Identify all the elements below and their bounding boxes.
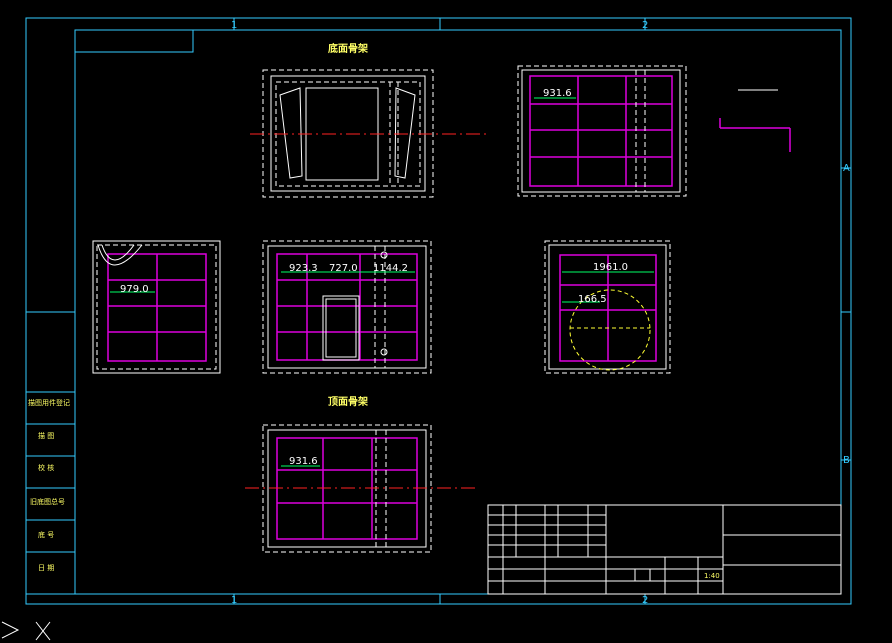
side-block-label-3: 校 核 (38, 463, 54, 472)
view-front[interactable] (262, 240, 432, 374)
side-block-label-5: 底 号 (38, 530, 54, 539)
view-top-right[interactable] (517, 65, 687, 197)
dim-front-a: 923.3 (289, 263, 318, 274)
side-block-label-4: 旧底图总号 (30, 497, 65, 506)
view-title-bottom-frame: 底面骨架 (328, 42, 368, 55)
view-top-frame[interactable] (245, 424, 475, 553)
grid-label-col2-bottom: 2 (642, 595, 648, 606)
dim-top-frame: 931.6 (289, 456, 318, 467)
grid-label-row-a: A (843, 163, 850, 174)
grid-label-col1-bottom: 1 (231, 595, 237, 606)
view-bottom-frame[interactable] (250, 69, 490, 198)
sheet-border (25, 17, 852, 605)
dim-front-b: 727.0 (329, 263, 358, 274)
side-block-label-6: 日 期 (38, 564, 54, 572)
dim-right-width: 1961.0 (593, 262, 628, 273)
grid-label-col2-top: 2 (642, 20, 648, 31)
scale-value: 1:40 (704, 572, 720, 580)
dim-right-small: 166.5 (578, 294, 607, 305)
side-block-label-1: 描图用件登记 (28, 398, 70, 407)
grid-label-row-b: B (843, 455, 850, 466)
dim-top-right: 931.6 (543, 88, 572, 99)
dim-front-c: 1144.2 (373, 263, 408, 274)
dim-left: 979.0 (120, 284, 149, 295)
grid-label-col1-top: 1 (231, 20, 237, 31)
view-right[interactable] (544, 240, 671, 374)
view-left[interactable] (92, 240, 221, 374)
side-block-label-2: 描 图 (38, 431, 54, 440)
title-block (487, 504, 842, 595)
detail-symbol (719, 89, 791, 152)
view-title-top-frame: 顶面骨架 (328, 395, 368, 408)
ucs-icon (1, 621, 51, 641)
cad-drawing[interactable]: 1 2 1 2 A B 描图用件登记 描 图 校 核 旧底图总号 底 号 日 期 (0, 0, 892, 643)
